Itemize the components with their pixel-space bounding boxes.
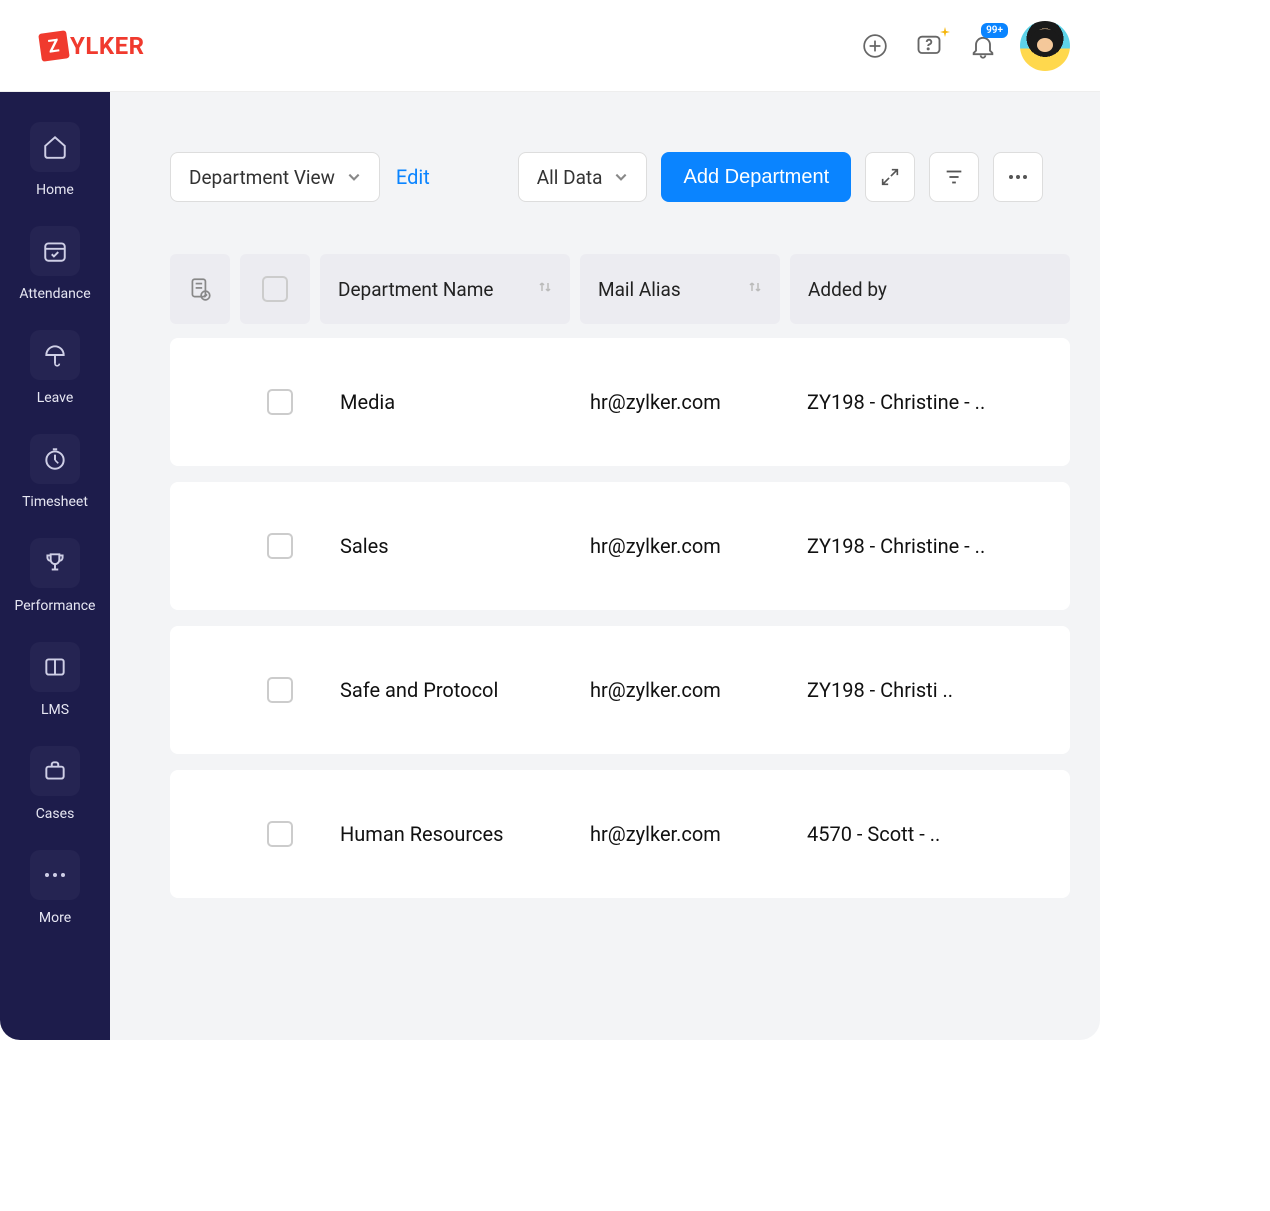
sort-icon [748,279,762,299]
sidebar-label: Performance [15,598,96,614]
row-department-name: Sales [320,534,590,558]
header: Z YLKER 99+ [0,0,1100,92]
brand-logo[interactable]: Z YLKER [40,32,144,60]
app-window: Z YLKER 99+ Home [0,0,1100,1040]
row-select[interactable] [240,677,320,703]
edit-link[interactable]: Edit [396,165,430,189]
sidebar-item-timesheet[interactable]: Timesheet [22,434,88,510]
sidebar: Home Attendance Leave Timesheet [0,92,110,1040]
sidebar-item-lms[interactable]: LMS [30,642,80,718]
sidebar-label: LMS [41,702,69,718]
row-added-by: ZY198 - Christi .. [805,678,1070,702]
table-header: Department Name Mail Alias Added by [170,254,1070,324]
chevron-down-icon [614,166,628,189]
sidebar-label: Cases [36,806,75,822]
umbrella-icon [30,330,80,380]
body: Home Attendance Leave Timesheet [0,92,1100,1040]
checkbox[interactable] [267,389,293,415]
view-dropdown-label: Department View [189,166,335,189]
table-body: Mediahr@zylker.comZY198 - Christine - ..… [170,338,1070,898]
sidebar-item-more[interactable]: More [30,850,80,926]
column-department-name[interactable]: Department Name [320,254,570,324]
row-department-name: Safe and Protocol [320,678,590,702]
briefcase-icon [30,746,80,796]
table-row[interactable]: Safe and Protocolhr@zylker.comZY198 - Ch… [170,626,1070,754]
notification-badge: 99+ [981,23,1008,38]
add-icon[interactable] [858,29,892,63]
sidebar-label: Home [36,182,74,198]
add-department-button[interactable]: Add Department [661,152,851,202]
table-row[interactable]: Human Resourceshr@zylker.com4570 - Scott… [170,770,1070,898]
data-filter-label: All Data [537,166,603,189]
row-added-by: 4570 - Scott - .. [805,822,1070,846]
chevron-down-icon [347,166,361,189]
view-dropdown[interactable]: Department View [170,152,380,202]
trophy-icon [30,538,80,588]
table-row[interactable]: Saleshr@zylker.comZY198 - Christine - .. [170,482,1070,610]
row-mail-alias: hr@zylker.com [590,822,805,846]
row-select[interactable] [240,821,320,847]
filter-button[interactable] [929,152,979,202]
column-mail-alias[interactable]: Mail Alias [580,254,780,324]
checkbox[interactable] [267,533,293,559]
table-row[interactable]: Mediahr@zylker.comZY198 - Christine - .. [170,338,1070,466]
logo-mark: Z [38,30,70,62]
row-mail-alias: hr@zylker.com [590,390,805,414]
more-actions-button[interactable] [993,152,1043,202]
row-department-name: Human Resources [320,822,590,846]
checkbox[interactable] [262,276,288,302]
expand-button[interactable] [865,152,915,202]
sidebar-item-attendance[interactable]: Attendance [19,226,90,302]
toolbar: Department View Edit All Data Add Depart… [170,152,1070,202]
stopwatch-icon [30,434,80,484]
notifications-icon[interactable]: 99+ [966,29,1000,63]
sidebar-item-performance[interactable]: Performance [15,538,96,614]
row-department-name: Media [320,390,590,414]
row-select[interactable] [240,389,320,415]
column-label: Department Name [338,278,493,301]
checkbox[interactable] [267,677,293,703]
sidebar-item-leave[interactable]: Leave [30,330,80,406]
sidebar-label: Leave [37,390,74,406]
checkbox[interactable] [267,821,293,847]
row-mail-alias: hr@zylker.com [590,534,805,558]
sidebar-label: Attendance [19,286,90,302]
data-filter-dropdown[interactable]: All Data [518,152,648,202]
help-icon[interactable] [912,29,946,63]
row-added-by: ZY198 - Christine - .. [805,534,1070,558]
calendar-icon [30,226,80,276]
brand-name: YLKER [70,32,144,60]
avatar[interactable] [1020,21,1070,71]
column-added-by[interactable]: Added by [790,254,1070,324]
sidebar-item-cases[interactable]: Cases [30,746,80,822]
table-column-icon[interactable] [170,254,230,324]
column-label: Added by [808,278,887,301]
row-select[interactable] [240,533,320,559]
row-mail-alias: hr@zylker.com [590,678,805,702]
sidebar-label: Timesheet [22,494,88,510]
home-icon [30,122,80,172]
header-actions: 99+ [858,21,1070,71]
more-icon [30,850,80,900]
sidebar-item-home[interactable]: Home [30,122,80,198]
sidebar-label: More [39,910,71,926]
sort-icon [538,279,552,299]
column-label: Mail Alias [598,278,681,301]
row-added-by: ZY198 - Christine - .. [805,390,1070,414]
book-icon [30,642,80,692]
table-select-all[interactable] [240,254,310,324]
main-content: Department View Edit All Data Add Depart… [110,92,1100,1040]
